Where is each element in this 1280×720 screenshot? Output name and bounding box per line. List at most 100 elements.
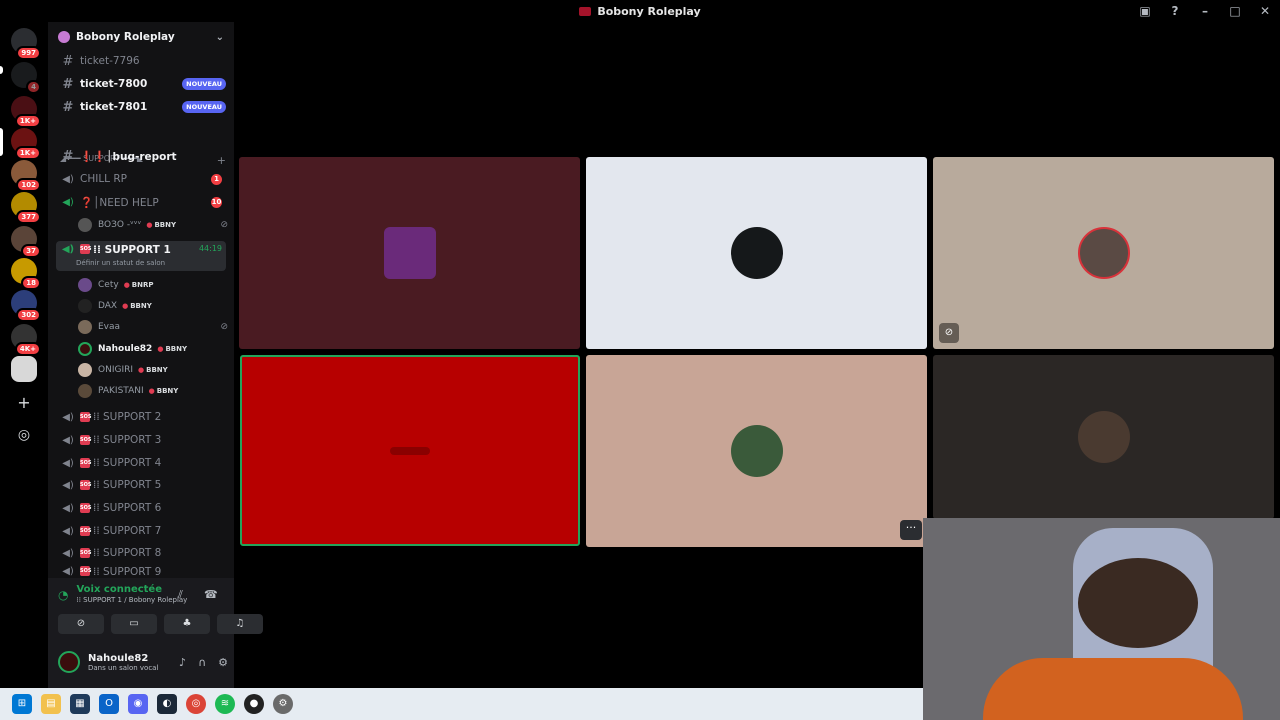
channel-chill-rp[interactable]: ◀) CHILL RP 1 [56,169,226,189]
soundboard-button[interactable]: ♫ [217,614,263,634]
sos-icon: SOS [80,244,92,254]
channel-status[interactable]: Définir un statut de salon [76,259,165,267]
voice-user[interactable]: Evaa ⊘ [78,317,228,337]
channel-need-help[interactable]: ◀) ❓│NEED HELP 10 [56,192,226,212]
participant-tile[interactable] [586,157,927,349]
voice-location[interactable]: ⁞⁞ SUPPORT 1 / Bobony Roleplay [76,596,187,604]
channel-label: ⁞⁞ SUPPORT 3 [93,434,162,446]
discover-icon[interactable]: ◎ [11,422,37,448]
avatar [1077,411,1130,463]
channel-ticket-7801[interactable]: # ticket-7801 NOUVEAU [56,97,226,117]
new-badge: NOUVEAU [182,78,226,90]
mention-badge: 997 [16,46,41,60]
gear-icon[interactable]: ⚙ [218,656,228,669]
sos-icon: SOS [80,566,92,576]
server-icon[interactable]: 37 [11,226,41,258]
server-icon[interactable]: 1K+ [11,96,41,128]
disconnect-icon[interactable]: ☎ [204,588,218,601]
server-icon[interactable]: 4 [11,62,41,94]
sos-icon: SOS [80,503,92,513]
server-header[interactable]: Bobony Roleplay ⌄ [48,22,234,52]
voice-user[interactable]: ONIGIRI BBNY [78,360,228,380]
screen-share-button[interactable]: ▭ [111,614,157,634]
server-folder-icon[interactable]: 4K+ [11,324,41,356]
participant-tile[interactable] [239,157,580,349]
channel-support-9[interactable]: ◀) SOS ⁞⁞ SUPPORT 9 [56,566,226,578]
avatar [78,320,92,334]
server-icon[interactable]: 377 [11,192,41,224]
microphone-icon[interactable]: ♪ [179,656,186,669]
channel-ticket-7796[interactable]: # ticket-7796 [56,51,226,71]
avatar [730,227,783,279]
voice-user[interactable]: Nahoule82 BBNY [78,339,228,359]
server-icon[interactable]: 18 [11,258,41,290]
steam-icon[interactable]: ◐ [157,694,177,714]
chevron-down-icon[interactable]: ⌄ [216,32,224,43]
signal-icon[interactable]: ◔ [58,588,68,602]
speaker-icon: ◀) [62,196,74,208]
channel-label: ⁞⁞ SUPPORT 8 [93,547,162,559]
channel-support-4[interactable]: ◀) SOS ⁞⁞ SUPPORT 4 [56,453,226,473]
server-icon[interactable] [11,356,37,382]
minimize-button[interactable]: – [1190,4,1220,18]
voice-user[interactable]: DAX BBNY [78,296,228,316]
sos-icon: SOS [80,548,92,558]
avatar [78,363,92,377]
app-icon[interactable]: ● [244,694,264,714]
user-panel[interactable]: Nahoule82 Dans un salon vocal ♪ ∩ ⚙ [58,651,228,673]
voice-connection: ◔ Voix connectée ⁞⁞ SUPPORT 1 / Bobony R… [58,584,187,604]
channel-support-8[interactable]: ◀) SOS ⁞⁞ SUPPORT 8 [56,543,226,563]
channel-label: ⁞⁞ SUPPORT 9 [93,566,162,578]
participant-tile-speaking[interactable] [240,355,580,546]
hash-icon: # [62,148,74,164]
channel-label: CHILL RP [80,173,127,185]
voice-status-panel: ◔ Voix connectée ⁞⁞ SUPPORT 1 / Bobony R… [48,578,263,688]
outlook-icon[interactable]: O [99,694,119,714]
help-icon[interactable]: ? [1160,4,1190,18]
avatar [1077,227,1130,279]
channel-support-1[interactable]: ◀) SOS ⁞⁞ SUPPORT 1 44:19 Définir un sta… [56,241,226,271]
spotify-icon[interactable]: ≋ [215,694,235,714]
channel-support-3[interactable]: ◀) SOS ⁞⁞ SUPPORT 3 [56,430,226,450]
voice-user[interactable]: PAKISTANI BBNY [78,381,228,401]
discord-icon[interactable]: ◉ [128,694,148,714]
voice-user[interactable]: Cety BNRP [78,275,228,295]
direct-messages-icon[interactable]: 997 [11,28,41,60]
add-server-icon[interactable]: + [11,390,37,416]
maximize-button[interactable]: □ [1220,4,1250,18]
close-button[interactable]: ✕ [1250,4,1280,18]
chrome-icon[interactable]: ◎ [186,694,206,714]
activities-button[interactable]: ♣ [164,614,210,634]
participant-tile[interactable] [586,355,927,547]
inbox-icon[interactable]: ▣ [1130,4,1160,18]
channel-support-6[interactable]: ◀) SOS ⁞⁞ SUPPORT 6 [56,498,226,518]
channel-bug-report[interactable]: # ❗❗│bug-report [56,146,226,166]
server-icon[interactable]: 102 [11,160,41,192]
calculator-icon[interactable]: ▦ [70,694,90,714]
participant-tile[interactable] [933,355,1274,519]
more-options-icon[interactable]: ··· [900,520,922,540]
sos-icon: SOS [80,480,92,490]
channel-support-2[interactable]: ◀) SOS ⁞⁞ SUPPORT 2 [56,407,226,427]
channel-ticket-7800[interactable]: # ticket-7800 NOUVEAU [56,74,226,94]
mention-badge: 1K+ [14,146,41,160]
file-explorer-icon[interactable]: ▤ [41,694,61,714]
call-timer: 44:19 [198,244,222,253]
app-logo-icon [579,6,592,16]
server-icon[interactable]: 1K+ [11,128,41,160]
server-list: 997 4 1K+ 1K+ 102 377 37 18 302 4K+ + ◎ [0,22,48,688]
voice-user[interactable]: BOЗO ‑ᵛᵛᵛ BBNY ⊘ [78,215,228,235]
camera-off-button[interactable]: ⊘ [58,614,104,634]
windows-start-icon[interactable]: ⊞ [12,694,32,714]
channel-label: ⁞⁞ SUPPORT 5 [93,479,162,491]
user-name: Cety [98,280,119,290]
channel-support-5[interactable]: ◀) SOS ⁞⁞ SUPPORT 5 [56,475,226,495]
noise-suppression-icon[interactable]: ⫽ [178,588,183,602]
server-icon[interactable]: 302 [11,290,41,322]
settings-icon[interactable]: ⚙ [273,694,293,714]
channel-support-7[interactable]: ◀) SOS ⁞⁞ SUPPORT 7 [56,521,226,541]
hash-icon: # [62,76,74,92]
participant-tile[interactable]: ⊘ [933,157,1274,349]
headphones-icon[interactable]: ∩ [198,656,206,669]
channel-label: ❓│NEED HELP [80,196,159,209]
